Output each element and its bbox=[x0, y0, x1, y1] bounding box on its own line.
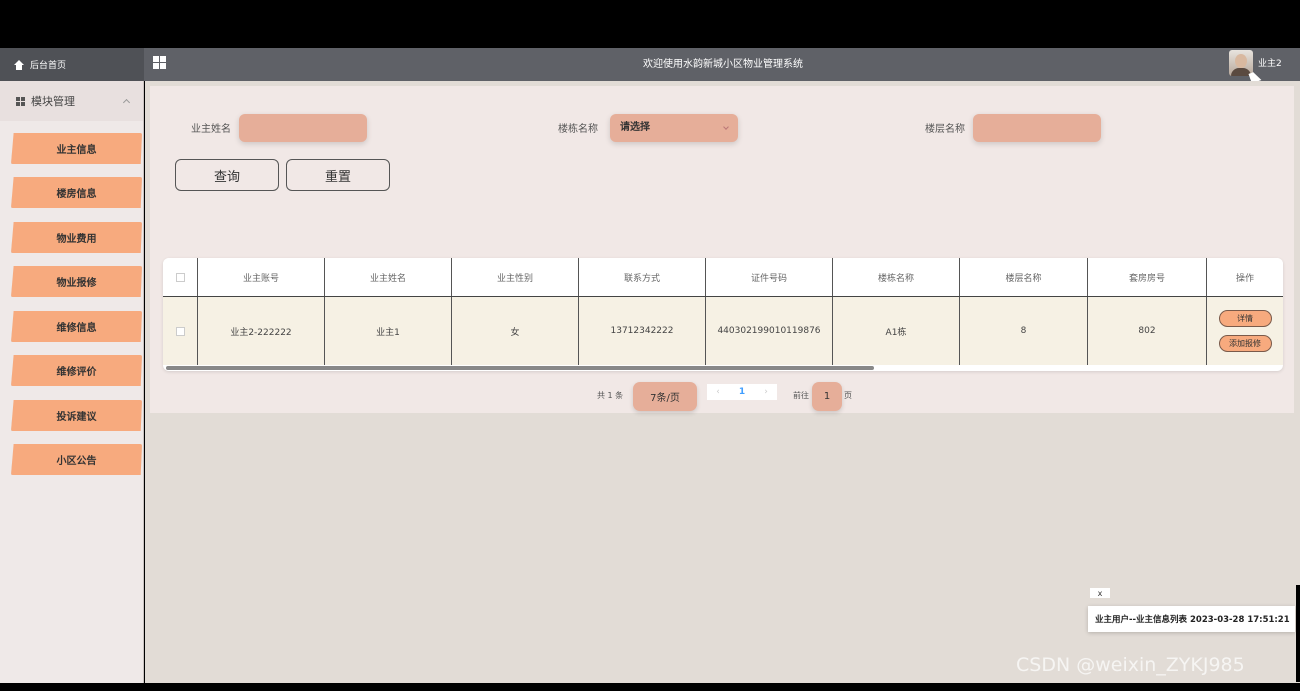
page-number-current[interactable]: 1 bbox=[729, 384, 755, 400]
goto-page-input[interactable]: 1 bbox=[812, 382, 842, 411]
cell-gender: 女 bbox=[452, 297, 579, 365]
chevron-up-icon bbox=[122, 98, 131, 107]
avatar[interactable] bbox=[1229, 50, 1253, 76]
cell-id-number: 440302199010119876 bbox=[706, 297, 833, 365]
page-size-select[interactable]: 7条/页 bbox=[633, 382, 697, 411]
column-header: 联系方式 bbox=[579, 258, 706, 296]
owner-name-label: 业主姓名 bbox=[191, 124, 231, 135]
sidebar-module-header[interactable]: 模块管理 bbox=[0, 81, 143, 121]
sidebar-item-repair-review[interactable]: 维修评价 bbox=[11, 355, 142, 386]
checkbox[interactable] bbox=[175, 272, 185, 282]
owner-name-input[interactable] bbox=[239, 114, 367, 142]
toast-message: 业主用户--业主信息列表 2023-03-28 17:51:21 bbox=[1088, 606, 1295, 632]
username[interactable]: 业主2 bbox=[1258, 48, 1282, 81]
cell-room: 802 bbox=[1088, 297, 1207, 365]
query-button[interactable]: 查询 bbox=[175, 159, 279, 191]
chevron-down-icon bbox=[723, 124, 729, 130]
module-title: 模块管理 bbox=[31, 95, 75, 108]
column-header: 业主账号 bbox=[198, 258, 325, 296]
column-header: 楼栋名称 bbox=[833, 258, 960, 296]
floor-label: 楼层名称 bbox=[925, 124, 965, 135]
page-unit-label: 页 bbox=[844, 391, 852, 400]
building-select-value: 请选择 bbox=[620, 122, 650, 133]
sidebar-item-announcements[interactable]: 小区公告 bbox=[11, 444, 142, 475]
menu-toggle-icon[interactable] bbox=[153, 56, 166, 69]
add-repair-button[interactable]: 添加报修 bbox=[1218, 335, 1272, 352]
total-count: 共 1 条 bbox=[597, 391, 624, 400]
cell-phone: 13712342222 bbox=[579, 297, 706, 365]
sidebar-item-property-fees[interactable]: 物业费用 bbox=[11, 222, 142, 253]
building-select[interactable]: 请选择 bbox=[610, 114, 738, 142]
goto-label: 前往 bbox=[793, 391, 809, 400]
owner-table: 业主账号 业主姓名 业主性别 联系方式 证件号码 楼栋名称 楼层名称 套房房号 … bbox=[163, 258, 1283, 371]
content-panel: 业主姓名 楼栋名称 请选择 楼层名称 查询 重置 业主账号 业主姓名 业主性别 … bbox=[150, 86, 1294, 413]
sidebar-item-complaints[interactable]: 投诉建议 bbox=[11, 400, 142, 431]
table-row[interactable]: 业主2-222222 业主1 女 13712342222 44030219901… bbox=[163, 296, 1283, 365]
sidebar-item-repair-request[interactable]: 物业报修 bbox=[11, 266, 142, 297]
toast-close-button[interactable]: x bbox=[1090, 588, 1110, 598]
column-header: 证件号码 bbox=[706, 258, 833, 296]
pagination: 共 1 条 7条/页 ‹ 1 › 前往 1 页 bbox=[150, 382, 1294, 412]
column-header: 操作 bbox=[1235, 273, 1254, 284]
next-page-button[interactable]: › bbox=[755, 384, 777, 400]
column-header: 套房房号 bbox=[1088, 258, 1207, 296]
cell-name: 业主1 bbox=[325, 297, 452, 365]
system-title: 欢迎使用水韵新城小区物业管理系统 bbox=[643, 59, 803, 70]
table-header: 业主账号 业主姓名 业主性别 联系方式 证件号码 楼栋名称 楼层名称 套房房号 … bbox=[163, 258, 1283, 296]
sidebar-item-repair-info[interactable]: 维修信息 bbox=[11, 311, 142, 342]
module-grid-icon bbox=[16, 96, 25, 106]
column-header: 业主性别 bbox=[452, 258, 579, 296]
top-bar: 后台首页 欢迎使用水韵新城小区物业管理系统 业主2 bbox=[0, 48, 1300, 81]
floor-input[interactable] bbox=[973, 114, 1101, 142]
building-label: 楼栋名称 bbox=[558, 124, 598, 135]
column-header: 业主姓名 bbox=[325, 258, 452, 296]
column-header: 楼层名称 bbox=[960, 258, 1088, 296]
checkbox[interactable] bbox=[175, 326, 185, 336]
horizontal-scrollbar[interactable] bbox=[166, 366, 874, 370]
prev-page-button[interactable]: ‹ bbox=[707, 384, 729, 400]
header-select-all[interactable] bbox=[163, 258, 198, 296]
row-select[interactable] bbox=[163, 297, 198, 365]
screen-edge bbox=[1296, 585, 1300, 682]
detail-button[interactable]: 详情 bbox=[1218, 310, 1272, 327]
sidebar: 模块管理 业主信息 楼房信息 物业费用 物业报修 维修信息 维修评价 投诉建议 … bbox=[0, 81, 144, 683]
sidebar-item-building-info[interactable]: 楼房信息 bbox=[11, 177, 142, 208]
main-content: 业主姓名 楼栋名称 请选择 楼层名称 查询 重置 业主账号 业主姓名 业主性别 … bbox=[145, 81, 1300, 683]
cell-building: A1栋 bbox=[833, 297, 960, 365]
watermark: CSDN @weixin_ZYKJ985 bbox=[1016, 654, 1245, 676]
reset-button[interactable]: 重置 bbox=[286, 159, 390, 191]
sidebar-item-owner-info[interactable]: 业主信息 bbox=[11, 133, 142, 164]
cell-actions: 详情 添加报修 bbox=[1207, 297, 1283, 365]
cell-floor: 8 bbox=[960, 297, 1088, 365]
cell-account: 业主2-222222 bbox=[198, 297, 325, 365]
